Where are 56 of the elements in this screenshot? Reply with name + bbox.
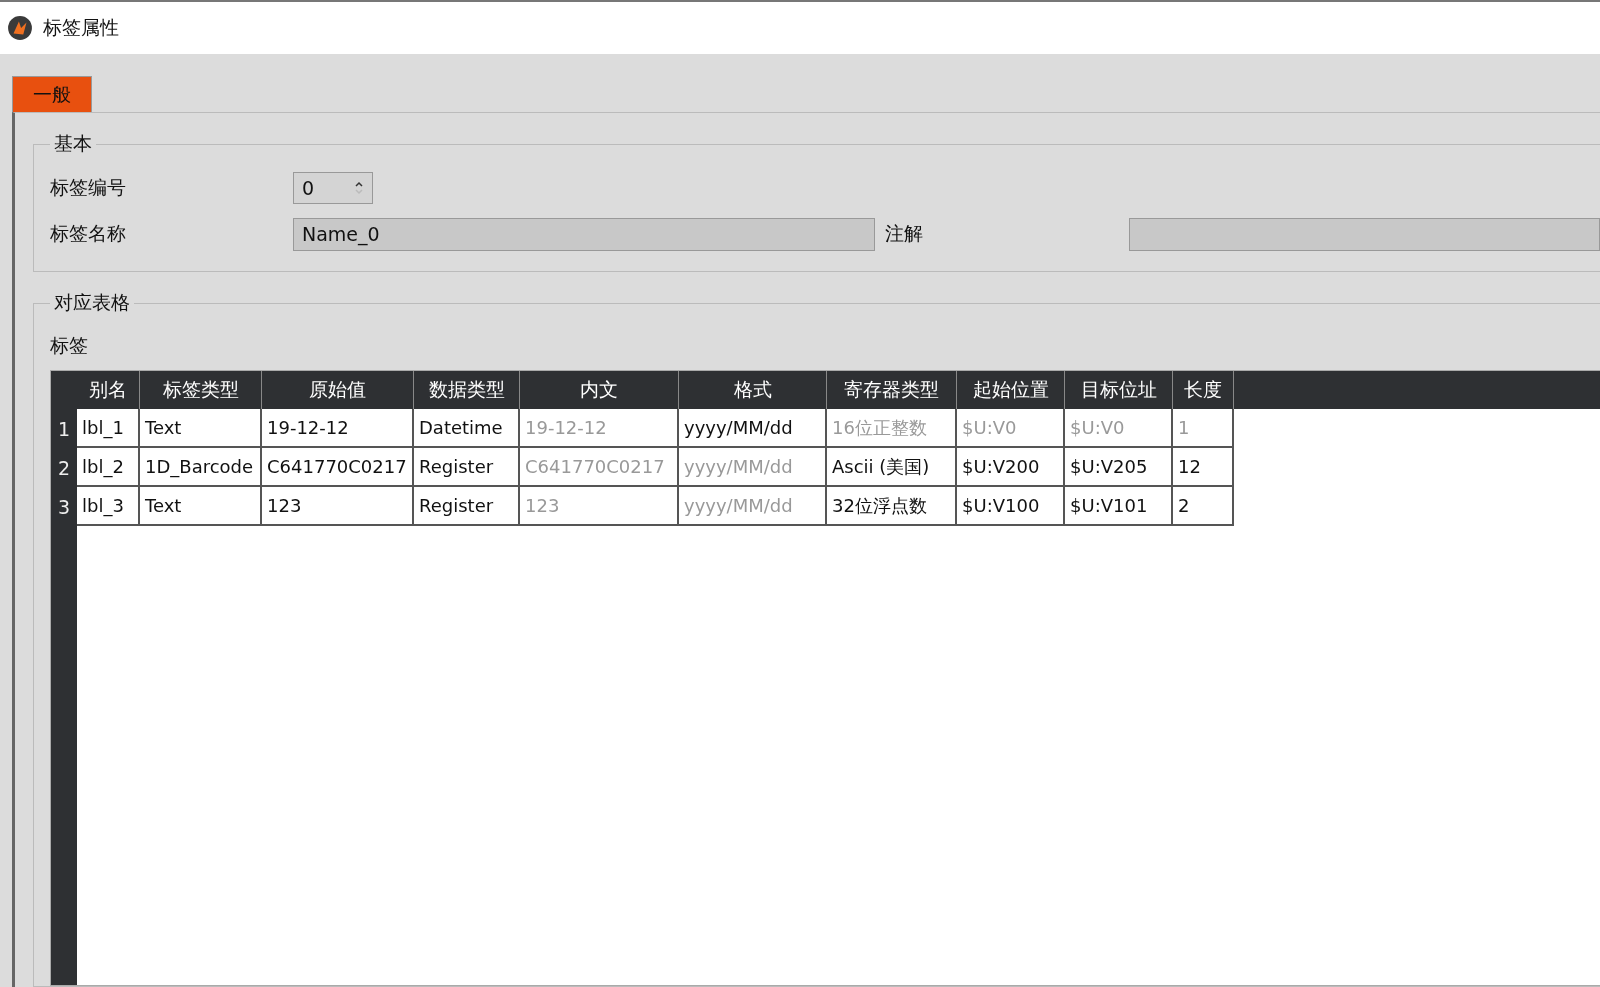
table-cell: Register [414, 448, 520, 487]
table-cell: Text [140, 487, 262, 526]
table-cell: $U:V100 [957, 487, 1065, 526]
column-header[interactable]: 数据类型 [414, 371, 520, 409]
tab[interactable]: 一般 [12, 76, 92, 112]
column-header[interactable]: 长度 [1173, 371, 1234, 409]
number-spinbox[interactable]: 0 [293, 172, 373, 204]
column-header[interactable]: 格式 [679, 371, 827, 409]
table-cell: $U:V200 [957, 448, 1065, 487]
table-cell: lbl_1 [77, 409, 140, 448]
table-cell: Datetime [414, 409, 520, 448]
table-cell: C641770C0217 [262, 448, 414, 487]
name-field[interactable]: Name_0 [293, 217, 875, 251]
row-number: 3 [51, 487, 77, 526]
table-cell: $U:V0 [957, 409, 1065, 448]
column-header[interactable]: 起始位置 [957, 371, 1065, 409]
table-cell: lbl_2 [77, 448, 140, 487]
table-cell: C641770C0217 [520, 448, 679, 487]
column-header[interactable]: 内文 [520, 371, 679, 409]
table-cell: 19-12-12 [262, 409, 414, 448]
row-number: 2 [51, 448, 77, 487]
comment-field[interactable] [1129, 217, 1600, 251]
table-cell: yyyy/MM/dd [679, 409, 827, 448]
column-header[interactable]: 别名 [77, 371, 140, 409]
table-cell: 19-12-12 [520, 409, 679, 448]
column-header[interactable]: 目标位址 [1065, 371, 1173, 409]
table-cell: 16位正整数 [827, 409, 957, 448]
column-header[interactable]: 标签类型 [140, 371, 262, 409]
field-label: 标签编号 [50, 175, 127, 200]
row-number: 1 [51, 409, 77, 448]
table-cell: Register [414, 487, 520, 526]
table-cell: yyyy/MM/dd [679, 487, 827, 526]
table-cell: 2 [1173, 487, 1234, 526]
section-label: 标签 [50, 333, 89, 358]
table-cell: lbl_3 [77, 487, 140, 526]
field-label: 注解 [884, 221, 924, 246]
table-cell: 123 [520, 487, 679, 526]
table-cell: 1D_Barcode [140, 448, 262, 487]
table-cell: 1 [1173, 409, 1234, 448]
column-header[interactable]: 原始值 [262, 371, 414, 409]
spin-arrows-icon[interactable] [354, 180, 364, 196]
table-cell: yyyy/MM/dd [679, 448, 827, 487]
window-title: 标签属性 [43, 15, 119, 40]
group-title: 基本 [53, 131, 93, 156]
field-label: 标签名称 [50, 221, 127, 246]
table-cell: 12 [1173, 448, 1234, 487]
app-logo-icon [7, 15, 33, 41]
table-cell: Text [140, 409, 262, 448]
table-cell: Ascii (美国) [827, 448, 957, 487]
table-cell: 123 [262, 487, 414, 526]
column-header[interactable]: 寄存器类型 [827, 371, 957, 409]
group-title: 对应表格 [53, 290, 131, 315]
table-cell: $U:V0 [1065, 409, 1173, 448]
table-cell: 32位浮点数 [827, 487, 957, 526]
table-cell: $U:V205 [1065, 448, 1173, 487]
table-cell: $U:V101 [1065, 487, 1173, 526]
